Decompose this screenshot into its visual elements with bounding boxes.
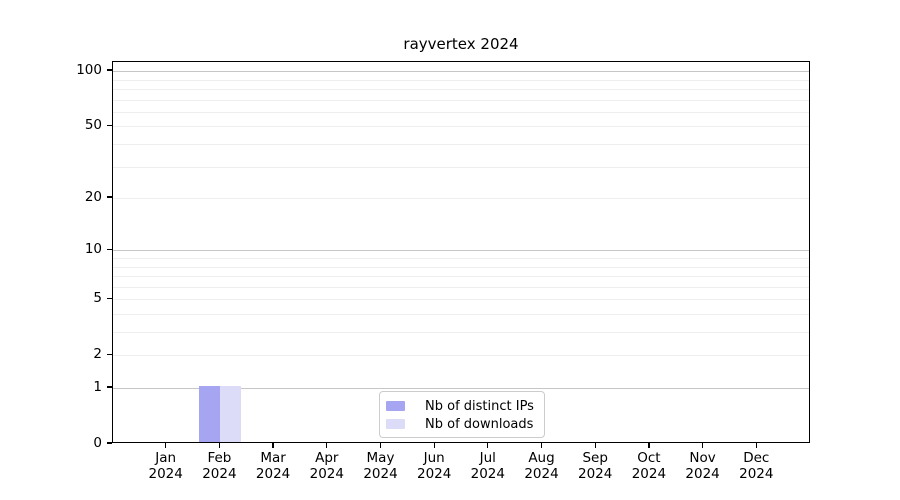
x-tick-label: Jun 2024 xyxy=(417,450,452,482)
x-tick-mark xyxy=(540,443,543,448)
x-tick-mark xyxy=(755,443,757,448)
chart-title: rayvertex 2024 xyxy=(403,35,519,53)
x-tick-mark xyxy=(326,443,328,448)
bar-downloads xyxy=(220,386,242,442)
x-tick-label: Jul 2024 xyxy=(470,450,505,482)
legend: Nb of distinct IPs Nb of downloads xyxy=(379,391,545,438)
x-tick-mark xyxy=(379,443,382,448)
bars-layer xyxy=(113,62,809,442)
x-tick-label: Aug 2024 xyxy=(524,450,559,482)
x-tick-mark xyxy=(218,443,221,448)
y-tick-label: 10 xyxy=(84,241,102,258)
figure: rayvertex 2024 0 1 2 5 10 20 50 100 Jan 2024 Feb 2… xyxy=(0,0,900,500)
x-tick-label: May 2024 xyxy=(363,450,398,482)
y-tick-mark xyxy=(106,196,112,198)
y-tick-label: 1 xyxy=(93,379,102,395)
y-tick-mark xyxy=(106,386,112,388)
legend-item-downloads: Nb of downloads xyxy=(386,416,536,432)
x-tick-mark xyxy=(594,443,596,448)
legend-label-distinct-ips: Nb of distinct IPs xyxy=(425,398,534,414)
y-tick-label: 100 xyxy=(76,62,102,79)
x-tick-mark xyxy=(272,443,274,448)
y-tick-mark xyxy=(106,353,112,355)
y-tick-label: 50 xyxy=(84,117,102,134)
y-tick-label: 0 xyxy=(93,435,102,451)
x-tick-mark xyxy=(648,443,650,448)
x-tick-label: Nov 2024 xyxy=(685,450,720,482)
y-tick-mark xyxy=(106,297,112,299)
y-tick-label: 5 xyxy=(93,290,102,307)
y-tick-label: 2 xyxy=(93,346,102,363)
x-tick-mark xyxy=(165,443,167,448)
x-tick-mark xyxy=(701,443,704,448)
y-tick-label: 20 xyxy=(84,189,102,205)
plot-area: Nb of distinct IPs Nb of downloads xyxy=(112,61,810,443)
x-tick-mark xyxy=(487,443,489,448)
y-tick-mark xyxy=(106,69,112,71)
legend-label-downloads: Nb of downloads xyxy=(425,416,534,432)
y-tick-mark xyxy=(106,442,112,444)
x-tick-label: Jan 2024 xyxy=(148,450,183,482)
legend-swatch-distinct-ips-icon xyxy=(386,401,405,411)
x-tick-label: Mar 2024 xyxy=(255,450,291,482)
x-tick-label: Dec 2024 xyxy=(739,450,774,482)
legend-swatch-downloads-icon xyxy=(386,419,405,429)
y-tick-mark xyxy=(106,124,112,126)
bar-distinct-ips xyxy=(199,386,221,442)
x-tick-label: Feb 2024 xyxy=(202,450,237,482)
x-tick-label: Apr 2024 xyxy=(309,450,344,482)
x-tick-label: Sep 2024 xyxy=(578,450,613,482)
x-tick-mark xyxy=(433,443,435,448)
y-tick-mark xyxy=(106,248,112,250)
legend-item-distinct-ips: Nb of distinct IPs xyxy=(386,398,536,414)
x-tick-label: Oct 2024 xyxy=(631,450,667,482)
